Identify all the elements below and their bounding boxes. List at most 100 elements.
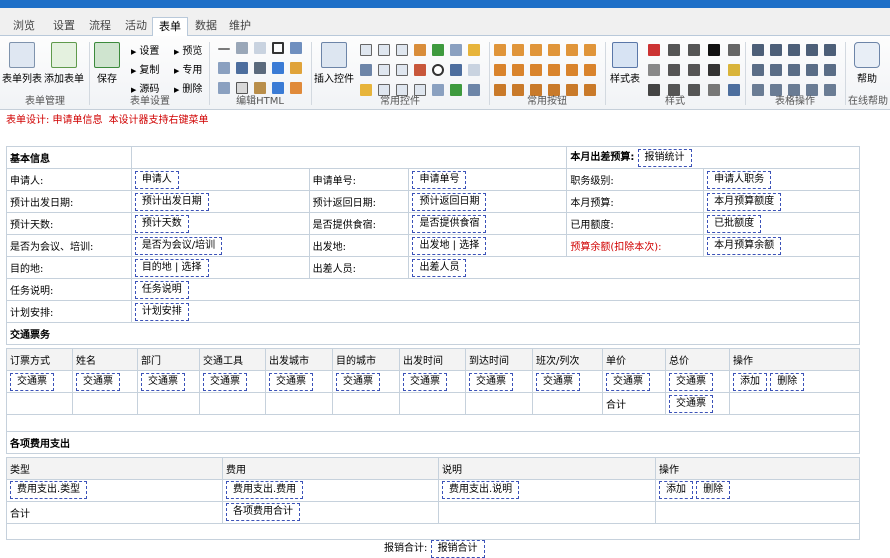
checkbox-icon[interactable] — [432, 44, 444, 56]
button-icon[interactable] — [566, 44, 578, 56]
hr-icon[interactable] — [218, 48, 230, 50]
button-icon[interactable] — [494, 44, 506, 56]
pencil-icon[interactable] — [290, 62, 302, 74]
button-icon[interactable] — [530, 64, 542, 76]
button-icon[interactable] — [584, 44, 596, 56]
remain-budget-field[interactable]: 本月预算余额 — [707, 236, 782, 255]
reimburse-total-field[interactable]: 报销合计 — [430, 540, 485, 558]
stylesheet-button[interactable]: 样式表 — [608, 42, 642, 85]
ticket-field[interactable]: 交通票 — [76, 372, 120, 391]
expense-note-field[interactable]: 费用支出.说明 — [442, 481, 520, 499]
ticket-field[interactable]: 交通票 — [536, 372, 580, 391]
font-color-icon[interactable] — [648, 44, 660, 56]
preview-menu[interactable]: ▶ 预览 — [174, 42, 202, 57]
tab-activity[interactable]: 活动 — [118, 17, 154, 37]
delete-row-button[interactable]: 删除 — [696, 481, 731, 499]
table-icon[interactable] — [752, 44, 764, 56]
expense-type-field[interactable]: 费用支出.类型 — [10, 481, 88, 499]
button-icon[interactable] — [548, 64, 560, 76]
destination-field[interactable]: 目的地 | 选择 — [134, 258, 209, 277]
travelers-field[interactable]: 出差人员 — [412, 258, 467, 277]
image-icon[interactable] — [290, 42, 302, 54]
ticket-field[interactable]: 交通票 — [203, 372, 247, 391]
copy-menu[interactable]: ▶ 复制 — [131, 61, 159, 76]
insert-row-below-icon[interactable] — [806, 64, 818, 76]
tab-form[interactable]: 表单 — [152, 17, 188, 37]
ticket-field[interactable]: 交通票 — [336, 372, 380, 391]
return-date-field[interactable]: 预计返回日期 — [412, 192, 487, 211]
budget-stats-field[interactable]: 报销统计 — [637, 149, 692, 167]
tab-browse[interactable]: 浏览 — [6, 17, 42, 37]
button-icon[interactable] — [530, 44, 542, 56]
ticket-field[interactable]: 交通票 — [403, 372, 447, 391]
ticket-field[interactable]: 交通票 — [10, 372, 54, 391]
tab-maintenance[interactable]: 维护 — [222, 17, 258, 37]
link-icon[interactable] — [236, 42, 248, 54]
apply-no-field[interactable]: 申请单号 — [412, 170, 467, 189]
button-control-icon[interactable] — [468, 44, 480, 56]
task-field[interactable]: 任务说明 — [134, 280, 189, 299]
table-props-icon[interactable] — [770, 44, 782, 56]
ticket-total-field[interactable]: 交通票 — [669, 394, 713, 413]
ticket-field[interactable]: 交通票 — [669, 372, 713, 391]
font-size-icon[interactable] — [728, 44, 740, 56]
delete-col-icon[interactable] — [788, 64, 800, 76]
delete-row-button[interactable]: 删除 — [770, 372, 805, 391]
split-cells-icon[interactable] — [806, 44, 818, 56]
days-field[interactable]: 预计天数 — [134, 214, 189, 233]
select-icon[interactable] — [378, 64, 390, 76]
tab-flow[interactable]: 流程 — [82, 17, 118, 37]
meals-field[interactable]: 是否提供食宿 — [412, 214, 487, 233]
button-icon[interactable] — [584, 64, 596, 76]
button-icon[interactable] — [494, 64, 506, 76]
italic-icon[interactable] — [708, 64, 720, 76]
align-left-icon[interactable] — [668, 44, 680, 56]
textarea-icon[interactable] — [378, 44, 390, 56]
ticket-field[interactable]: 交通票 — [606, 372, 650, 391]
add-row-button[interactable]: 添加 — [659, 481, 693, 499]
tab-settings[interactable]: 设置 — [46, 17, 82, 37]
save-button[interactable]: 保存 — [93, 42, 121, 85]
button-icon[interactable] — [512, 44, 524, 56]
button-icon[interactable] — [512, 64, 524, 76]
insert-col-icon[interactable] — [770, 64, 782, 76]
add-form-button[interactable]: 添加表单 — [44, 42, 84, 85]
list-control-icon[interactable] — [450, 44, 462, 56]
select-button[interactable]: 选择 — [459, 240, 479, 251]
button-icon[interactable] — [548, 44, 560, 56]
expense-fee-field[interactable]: 费用支出.费用 — [226, 481, 304, 499]
rank-field[interactable]: 申请人职务 — [707, 170, 772, 189]
cut-icon[interactable] — [254, 62, 266, 74]
ticket-field[interactable]: 交通票 — [269, 372, 313, 391]
button-icon[interactable] — [566, 64, 578, 76]
org-icon[interactable] — [360, 64, 372, 76]
textbox-icon[interactable] — [360, 44, 372, 56]
ticket-field[interactable]: 交通票 — [469, 372, 513, 391]
grid-icon[interactable] — [450, 64, 462, 76]
help-button[interactable]: 帮助 — [850, 42, 884, 85]
origin-field[interactable]: 出发地 | 选择 — [412, 236, 487, 255]
select-button[interactable]: 选择 — [182, 262, 202, 273]
form-list-button[interactable]: 表单列表 — [2, 42, 42, 85]
insert-row-icon[interactable] — [824, 44, 836, 56]
indent-icon[interactable] — [688, 64, 700, 76]
gear-icon[interactable] — [236, 62, 248, 74]
align-center-icon[interactable] — [668, 64, 680, 76]
special-menu[interactable]: ▶ 专用 — [174, 61, 202, 76]
copy-icon[interactable] — [254, 42, 266, 54]
tab-data[interactable]: 数据 — [188, 17, 224, 37]
sign-icon[interactable] — [468, 64, 480, 76]
font-size-down-icon[interactable] — [648, 64, 660, 76]
close-icon[interactable] — [272, 42, 284, 54]
used-quota-field[interactable]: 已批额度 — [707, 214, 762, 233]
date-icon[interactable] — [414, 44, 426, 56]
delete-row-icon[interactable] — [824, 64, 836, 76]
cell-props-icon[interactable] — [752, 64, 764, 76]
depart-date-field[interactable]: 预计出发日期 — [134, 192, 209, 211]
bold-icon[interactable] — [708, 44, 720, 56]
month-budget-field[interactable]: 本月预算额度 — [707, 192, 782, 211]
plan-field[interactable]: 计划安排 — [134, 302, 189, 321]
expense-total-field[interactable]: 各项费用合计 — [226, 503, 300, 521]
hidden-icon[interactable] — [396, 64, 408, 76]
insert-control-button[interactable]: 插入控件 — [314, 42, 354, 85]
